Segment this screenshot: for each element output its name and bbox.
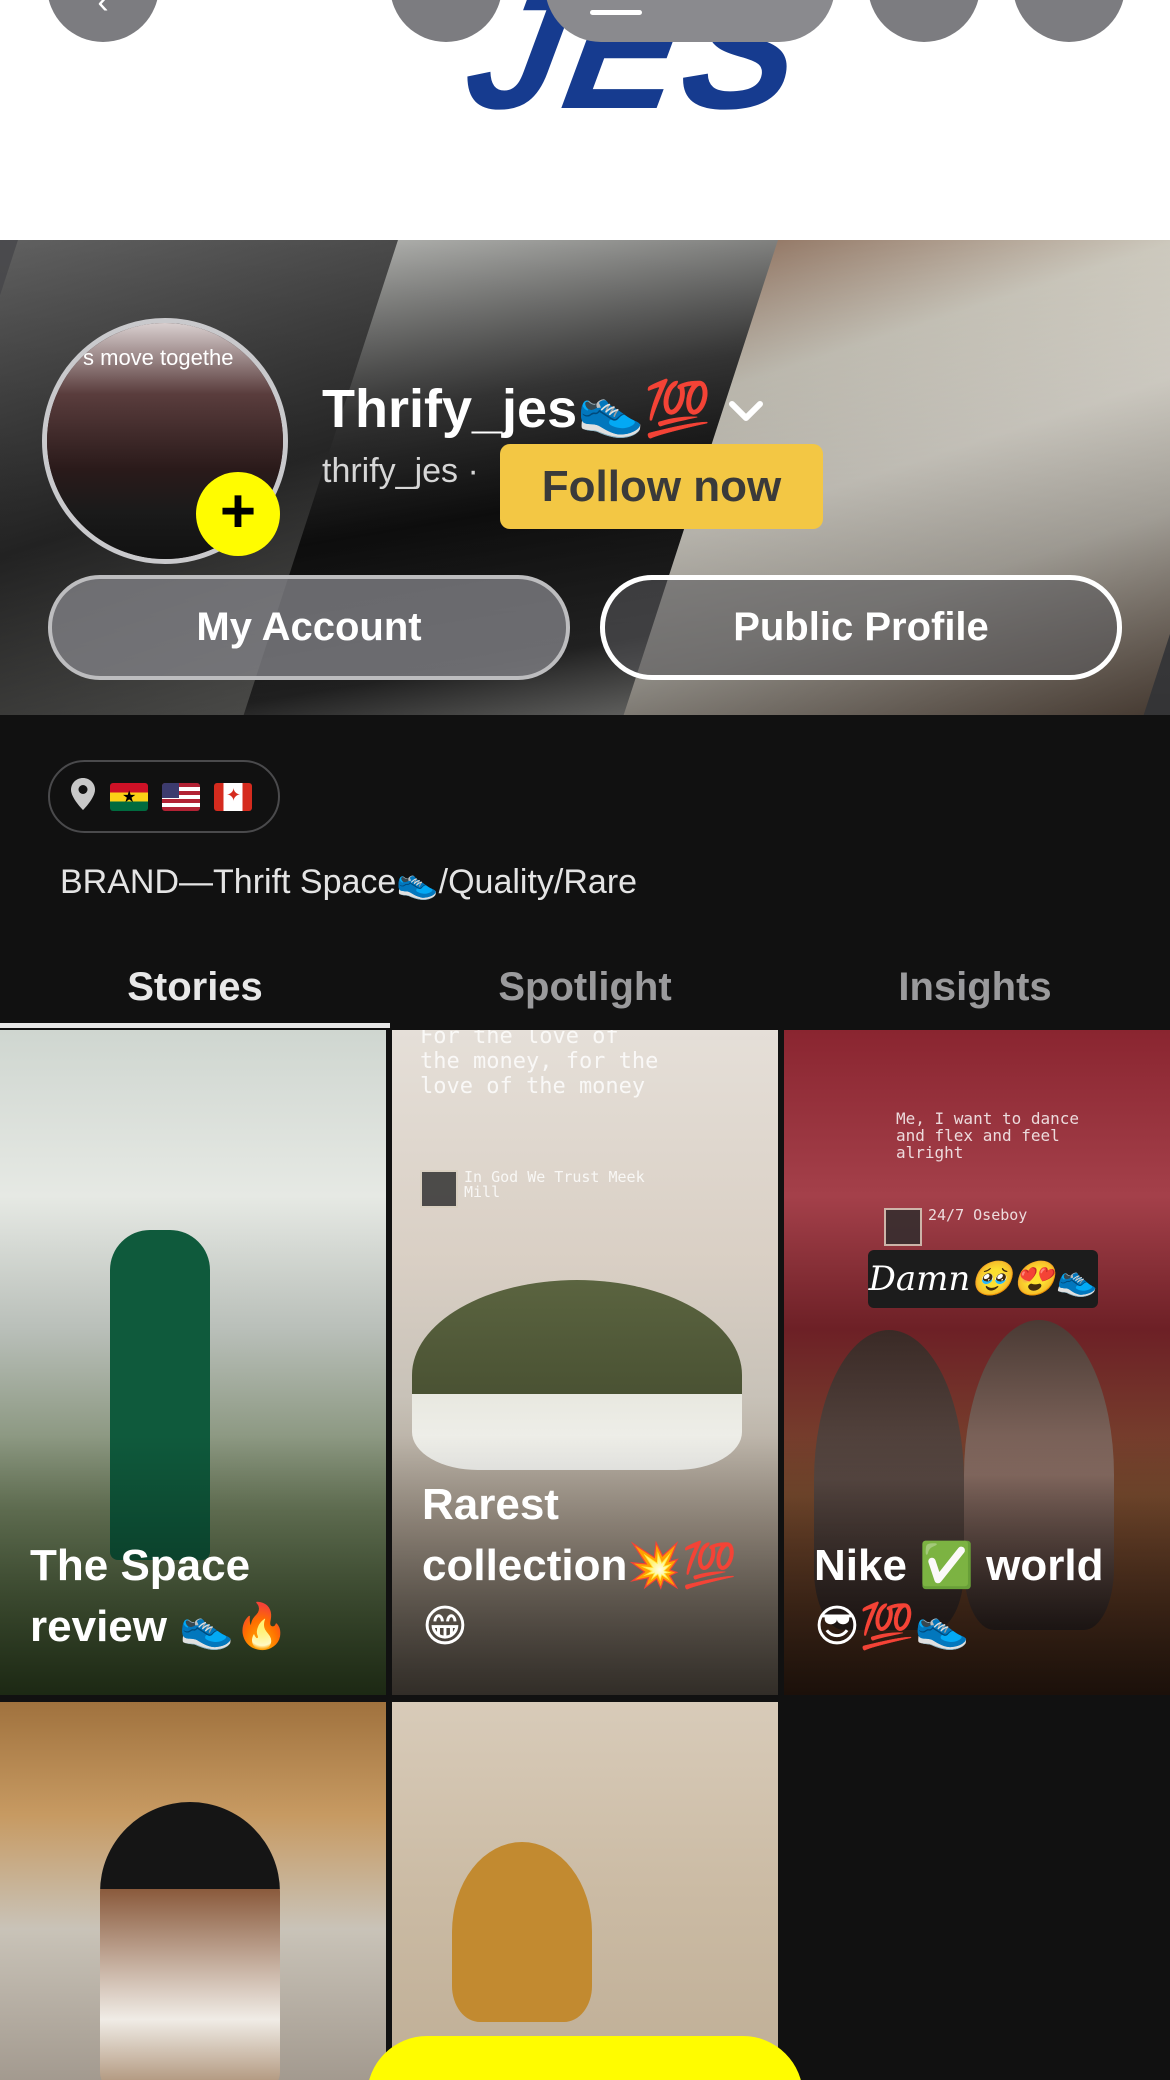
display-name: Thrify_jes👟💯: [322, 379, 712, 439]
story-tile[interactable]: The Space review 👟🔥: [0, 1030, 386, 1695]
story-tile[interactable]: [392, 1702, 778, 2080]
story-song: In God We Trust Meek Mill: [420, 1170, 660, 1208]
settings-button[interactable]: [1013, 0, 1125, 42]
my-account-button[interactable]: My Account: [48, 575, 570, 680]
story-progress-pill: [545, 0, 835, 42]
story-song: 24/7 Oseboy: [884, 1208, 1124, 1246]
story-title: The Space review 👟🔥: [30, 1541, 289, 1651]
canada-flag-icon: [214, 782, 252, 811]
location-chip[interactable]: [48, 760, 280, 833]
progress-indicator: [590, 10, 642, 15]
tab-insights[interactable]: Insights: [780, 965, 1170, 1010]
story-image-subject: [100, 1802, 280, 2080]
chevron-down-icon[interactable]: [722, 388, 770, 436]
story-title: Rarest collection💥💯 😁: [422, 1480, 737, 1651]
chevron-left-icon: ‹: [97, 0, 109, 21]
tab-spotlight[interactable]: Spotlight: [390, 965, 780, 1010]
location-pin-icon: [70, 777, 96, 816]
public-profile-button[interactable]: Public Profile: [600, 575, 1122, 680]
tab-stories[interactable]: Stories: [0, 965, 390, 1010]
username: thrify_jes ·: [322, 452, 479, 490]
add-story-button[interactable]: +: [196, 472, 280, 556]
header-area: JES ‹: [0, 0, 1170, 240]
camera-button[interactable]: [367, 2036, 803, 2080]
follow-now-button[interactable]: Follow now: [500, 444, 823, 529]
ghana-flag-icon: [110, 782, 148, 811]
story-sticker: Damn🥹😍👟: [868, 1250, 1098, 1308]
usa-flag-icon: [162, 782, 200, 811]
story-caption: For the love of the money, for the love …: [420, 1030, 659, 1099]
story-title: Nike ✅ world 😎💯👟: [814, 1541, 1104, 1651]
active-tab-indicator: [0, 1023, 390, 1028]
story-tile[interactable]: [0, 1702, 386, 2080]
avatar-caption: s move togethe: [83, 345, 234, 370]
story-caption: Me, I want to dance and flex and feel al…: [896, 1109, 1080, 1162]
story-image-subject: [452, 1842, 592, 2022]
story-tile[interactable]: Me, I want to dance and flex and feel al…: [784, 1030, 1170, 1695]
plus-icon: +: [219, 477, 257, 546]
back-button[interactable]: ‹: [47, 0, 159, 42]
profile-bio: BRAND—Thrift Space👟/Quality/Rare: [60, 863, 638, 901]
story-tile[interactable]: For the love of the money, for the love …: [392, 1030, 778, 1695]
edit-button[interactable]: [868, 0, 980, 42]
